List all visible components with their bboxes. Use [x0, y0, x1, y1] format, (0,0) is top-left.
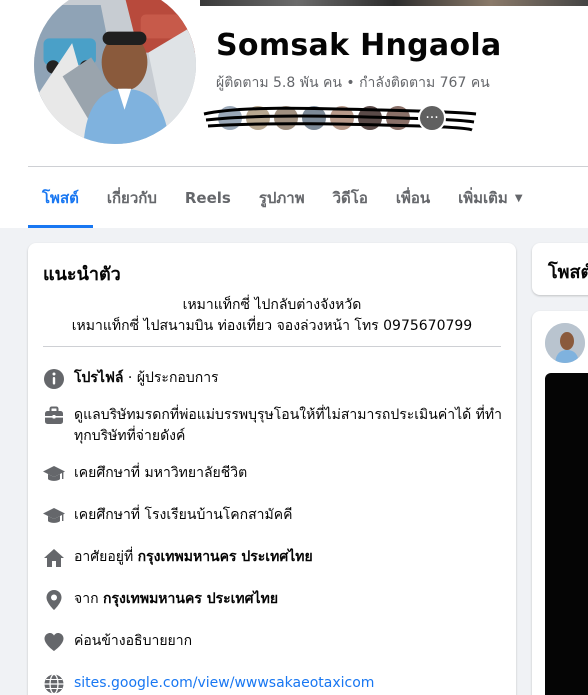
tab-videos[interactable]: วิดีโอ — [319, 168, 382, 228]
school-link[interactable]: โรงเรียนบ้านโคกสามัคคี — [145, 507, 293, 523]
profile-name: Somsak Hngaola — [216, 28, 502, 63]
bio-divider — [43, 346, 501, 347]
tab-friends[interactable]: เพื่อน — [382, 168, 444, 228]
city-link[interactable]: กรุงเทพมหานคร ประเทศไทย — [138, 549, 313, 565]
intro-title: แนะนำตัว — [43, 264, 121, 285]
cover-photo[interactable] — [200, 0, 588, 6]
more-friends-icon[interactable]: ··· — [418, 104, 446, 132]
follower-count[interactable]: ผู้ติดตาม 5.8 พัน คน • กำลังติดตาม 767 ค… — [216, 72, 490, 94]
heart-icon — [43, 631, 65, 653]
profile-tabs: โพสต์ เกี่ยวกับ Reels รูปภาพ วิดีโอ เพื่… — [28, 168, 537, 228]
info-profile-type: โปรไฟล์ · ผู้ประกอบการ — [43, 368, 508, 390]
tab-reels[interactable]: Reels — [171, 168, 245, 228]
globe-icon — [43, 673, 65, 695]
tab-posts[interactable]: โพสต์ — [28, 168, 93, 228]
caret-down-icon: ▼ — [514, 192, 523, 204]
website-link[interactable]: sites.google.com/view/wwwsakaeotaxicom — [74, 673, 508, 694]
info-lives-in: อาศัยอยู่ที่ กรุงเทพมหานคร ประเทศไทย — [43, 547, 508, 569]
graduation-cap-icon — [43, 463, 65, 485]
info-relationship: ค่อนข้างอธิบายยาก — [43, 631, 508, 653]
post-video[interactable] — [545, 373, 588, 695]
school-link[interactable]: มหาวิทยาลัยชีวิต — [145, 465, 248, 481]
briefcase-icon — [43, 405, 65, 427]
info-icon — [43, 368, 65, 390]
hometown-link[interactable]: กรุงเทพมหานคร ประเทศไทย — [103, 591, 278, 607]
location-pin-icon — [43, 589, 65, 611]
intro-card: แนะนำตัว เหมาแท็กซี่ ไปกลับต่างจังหวัด เ… — [28, 243, 516, 695]
tab-more[interactable]: เพิ่มเติม ▼ — [444, 168, 536, 228]
tab-photos[interactable]: รูปภาพ — [245, 168, 319, 228]
post-author-avatar[interactable] — [545, 323, 585, 363]
bio-text: เหมาแท็กซี่ ไปกลับต่างจังหวัด เหมาแท็กซี… — [28, 295, 516, 337]
posts-header-card: โพสต์ — [532, 243, 588, 295]
info-work: ดูแลบริษัทมรดกที่พ่อแม่บรรพบุรุษโอนให้ที… — [43, 405, 508, 447]
info-education-2: เคยศึกษาที่ โรงเรียนบ้านโคกสามัคคี — [43, 505, 508, 527]
bio-line: เหมาแท็กซี่ ไปกลับต่างจังหวัด — [182, 297, 362, 313]
bio-line: เหมาแท็กซี่ ไปสนามบิน ท่องเที่ยว จองล่วง… — [71, 318, 473, 334]
posts-title: โพสต์ — [548, 262, 588, 283]
info-education-1: เคยศึกษาที่ มหาวิทยาลัยชีวิต — [43, 463, 508, 485]
avatar-photo — [34, 0, 196, 144]
home-icon — [43, 547, 65, 569]
tab-about[interactable]: เกี่ยวกับ — [93, 168, 171, 228]
info-website: sites.google.com/view/wwwsakaeotaxicom — [43, 673, 508, 695]
post-card — [532, 311, 588, 695]
graduation-cap-icon — [43, 505, 65, 527]
header-divider — [28, 166, 588, 167]
info-from: จาก กรุงเทพมหานคร ประเทศไทย — [43, 589, 508, 611]
